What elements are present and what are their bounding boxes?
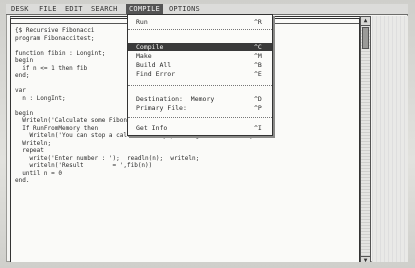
menu-item-run[interactable]: Run ^R [128, 18, 272, 26]
scroll-thumb[interactable] [362, 27, 369, 49]
menu-item-label: Build All [136, 61, 172, 69]
menu-item-make[interactable]: Make ^M [128, 52, 272, 60]
code-line: end. [15, 177, 30, 184]
menu-separator [128, 117, 272, 118]
screen: DESK FILE EDIT SEARCH COMPILE OPTIONS {$… [6, 4, 408, 262]
menu-item-destination[interactable]: Destination: Memory ^D [128, 95, 272, 103]
menu-item-get-info[interactable]: Get Info ^I [128, 124, 272, 132]
menu-item-primary-file[interactable]: Primary File: ^P [128, 104, 272, 112]
code-line: write('Enter number : '); readln(n); wri… [15, 154, 200, 162]
menu-item-find-error[interactable]: Find Error ^E [128, 70, 272, 78]
menu-item-label: Find Error [136, 70, 176, 78]
menu-item-label: Make [136, 52, 152, 60]
scroll-up-arrow-icon[interactable]: ▲ [361, 17, 370, 26]
code-line: repeat [15, 147, 44, 154]
menu-file[interactable]: FILE [36, 4, 60, 14]
menu-item-label: Primary File: [136, 104, 187, 112]
menu-desk[interactable]: DESK [8, 4, 32, 14]
menu-item-shortcut: ^I [254, 124, 262, 132]
scroll-down-arrow-icon[interactable]: ▼ [361, 256, 370, 262]
menu-separator [128, 85, 272, 86]
menu-item-shortcut: ^D [254, 95, 262, 103]
menu-item-shortcut: ^B [254, 61, 262, 69]
desktop-background [372, 16, 408, 262]
compile-menu-dropdown: Run ^R Compile ^C Make ^M Build All ^B F… [127, 14, 273, 136]
menu-item-label: Run [136, 18, 148, 26]
code-line: writeln('Result = ',fib(n)) [15, 162, 153, 169]
menu-item-label: Get Info [136, 124, 168, 132]
menu-item-build-all[interactable]: Build All ^B [128, 61, 272, 69]
menu-separator [128, 29, 272, 30]
menu-item-shortcut: ^E [254, 70, 262, 78]
menu-options[interactable]: OPTIONS [166, 4, 203, 14]
menu-item-label: Destination: Memory [136, 95, 215, 103]
code-line: until n = 0 [15, 169, 62, 177]
menu-item-shortcut: ^C [254, 43, 262, 51]
menu-item-shortcut: ^P [254, 104, 262, 112]
menu-edit[interactable]: EDIT [62, 4, 86, 14]
code-line: Writeln; [15, 139, 52, 147]
menu-compile[interactable]: COMPILE [126, 4, 163, 14]
menu-item-label: Compile [136, 43, 164, 51]
menu-item-compile[interactable]: Compile ^C [128, 43, 272, 51]
vertical-scrollbar[interactable]: ▲ ▼ [360, 16, 371, 262]
menu-search[interactable]: SEARCH [88, 4, 121, 14]
menu-item-shortcut: ^R [254, 18, 262, 26]
menu-item-shortcut: ^M [254, 52, 262, 60]
